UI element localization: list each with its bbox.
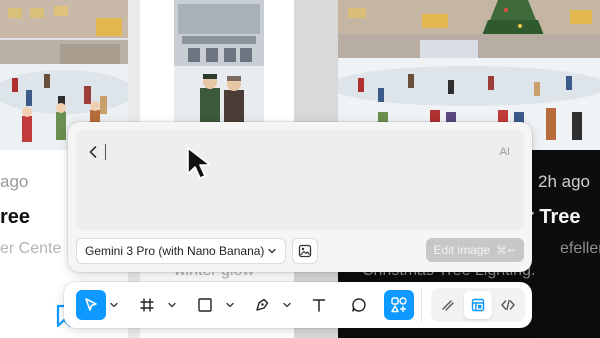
- chevron-down-icon[interactable]: [226, 300, 234, 310]
- chevron-down-icon[interactable]: [168, 300, 176, 310]
- design-mode-button[interactable]: [464, 291, 492, 319]
- chevron-down-icon[interactable]: [110, 300, 118, 310]
- edit-image-label: Edit image: [433, 243, 491, 257]
- left-card-subtitle: er Cente: [0, 240, 62, 257]
- shapes-grid-icon: [391, 297, 407, 313]
- toolbar-divider: [421, 288, 422, 322]
- edit-image-button[interactable]: Edit image ⌘↵: [426, 238, 524, 262]
- design-layout-icon: [471, 298, 485, 312]
- dev-mode-button[interactable]: [494, 291, 522, 319]
- text-t-icon: [312, 299, 326, 312]
- right-card-time: 2h ago: [538, 172, 590, 191]
- frame-tool-button[interactable]: [132, 290, 162, 320]
- model-selector-label: Gemini 3 Pro (with Nano Banana): [85, 244, 265, 258]
- bottom-toolbar: [64, 282, 532, 328]
- move-tool-button[interactable]: [76, 290, 106, 320]
- frame-hash-icon: [140, 298, 154, 312]
- square-icon: [198, 298, 212, 312]
- mouse-cursor-icon: [186, 146, 216, 185]
- left-card-title[interactable]: ree: [0, 206, 30, 229]
- chevron-down-icon[interactable]: [283, 300, 291, 310]
- right-card-title[interactable]: r Tree: [526, 206, 580, 229]
- chevron-down-icon: [268, 248, 276, 254]
- left-card-time: ago: [0, 172, 29, 191]
- code-brackets-icon: [501, 299, 515, 311]
- text-tool-button[interactable]: [304, 290, 334, 320]
- ai-prompt-input[interactable]: AI: [76, 130, 524, 230]
- ai-badge: AI: [499, 146, 510, 158]
- keyboard-shortcut: ⌘↵: [496, 244, 517, 257]
- ai-edit-panel: AI Gemini 3 Pro (with Nano Banana) Edit …: [68, 122, 532, 272]
- image-icon: [298, 244, 312, 258]
- back-button[interactable]: [86, 142, 100, 162]
- draw-strokes-icon: [442, 300, 454, 311]
- draw-mode-button[interactable]: [434, 291, 462, 319]
- comment-bubble-icon: [352, 298, 366, 312]
- comment-tool-button[interactable]: [344, 290, 374, 320]
- pen-nib-icon: [256, 298, 269, 311]
- attach-image-button[interactable]: [292, 238, 318, 264]
- right-card-subtitle: efeller C: [560, 240, 600, 257]
- actions-tool-button[interactable]: [384, 290, 414, 320]
- mode-switcher: [431, 288, 525, 322]
- model-selector[interactable]: Gemini 3 Pro (with Nano Banana): [76, 238, 286, 264]
- pen-tool-button[interactable]: [247, 290, 277, 320]
- text-caret: [105, 144, 106, 160]
- chevron-left-icon: [89, 146, 97, 158]
- shape-tool-button[interactable]: [190, 290, 220, 320]
- cursor-arrow-icon: [85, 298, 97, 311]
